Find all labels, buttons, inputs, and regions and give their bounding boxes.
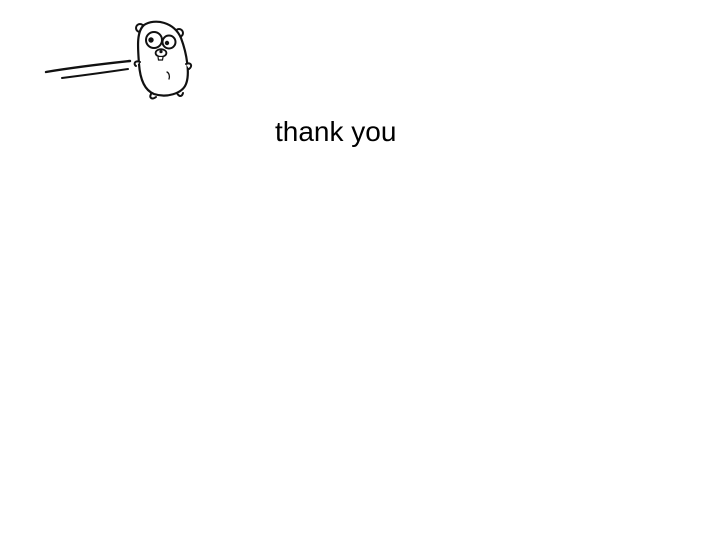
- slide-text: thank you: [275, 116, 397, 147]
- gopher-mascot-icon: [44, 20, 193, 100]
- presentation-slide: thank you: [0, 0, 728, 546]
